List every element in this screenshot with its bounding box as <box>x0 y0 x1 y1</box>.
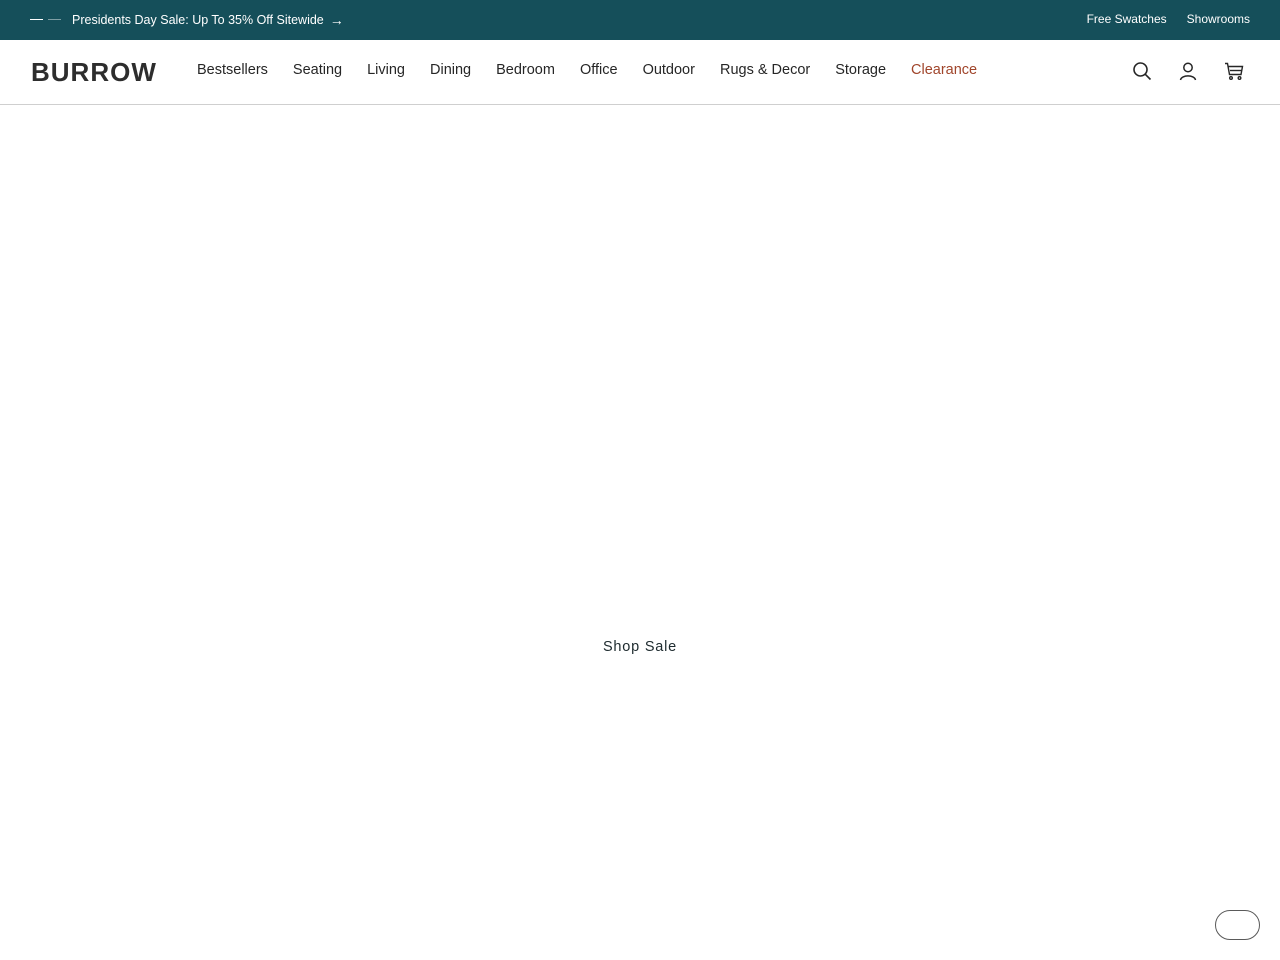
announcement-carousel-indicator[interactable] <box>30 19 61 20</box>
nav-item-bedroom[interactable]: Bedroom <box>496 61 555 79</box>
arrow-right-icon: → <box>329 12 344 28</box>
shop-sale-cta-wrapper: Shop Sale <box>0 639 1280 655</box>
nav-item-seating[interactable]: Seating <box>293 61 342 79</box>
header-actions <box>1132 61 1244 81</box>
promo-text: Presidents Day Sale: Up To 35% Off Sitew… <box>72 13 324 27</box>
shop-sale-link[interactable]: Shop Sale <box>603 639 677 655</box>
nav-item-living[interactable]: Living <box>367 61 405 79</box>
carousel-dot[interactable] <box>48 19 61 20</box>
nav-item-office[interactable]: Office <box>580 61 618 79</box>
nav-item-storage[interactable]: Storage <box>835 61 886 79</box>
free-swatches-link[interactable]: Free Swatches <box>1087 12 1167 26</box>
nav-item-bestsellers[interactable]: Bestsellers <box>197 61 268 79</box>
site-header: BURROW Bestsellers Seating Living Dining… <box>0 40 1280 105</box>
hero-banner: Shop Sale <box>0 105 1280 960</box>
burrow-logo[interactable]: BURROW <box>31 58 157 86</box>
promo-link[interactable]: Presidents Day Sale: Up To 35% Off Sitew… <box>72 12 344 28</box>
utility-links: Free Swatches Showrooms <box>1087 12 1250 26</box>
search-icon[interactable] <box>1132 61 1152 81</box>
main-nav: Bestsellers Seating Living Dining Bedroo… <box>197 61 1002 79</box>
account-icon[interactable] <box>1178 61 1198 81</box>
announcement-bar: Presidents Day Sale: Up To 35% Off Sitew… <box>0 0 1280 40</box>
cart-icon[interactable] <box>1224 61 1244 81</box>
nav-item-rugs-decor[interactable]: Rugs & Decor <box>720 61 810 79</box>
showrooms-link[interactable]: Showrooms <box>1187 12 1250 26</box>
carousel-dot-active[interactable] <box>30 19 43 20</box>
nav-item-clearance[interactable]: Clearance <box>911 61 977 79</box>
chat-widget-button[interactable] <box>1215 910 1260 940</box>
nav-item-outdoor[interactable]: Outdoor <box>643 61 695 79</box>
nav-item-dining[interactable]: Dining <box>430 61 471 79</box>
